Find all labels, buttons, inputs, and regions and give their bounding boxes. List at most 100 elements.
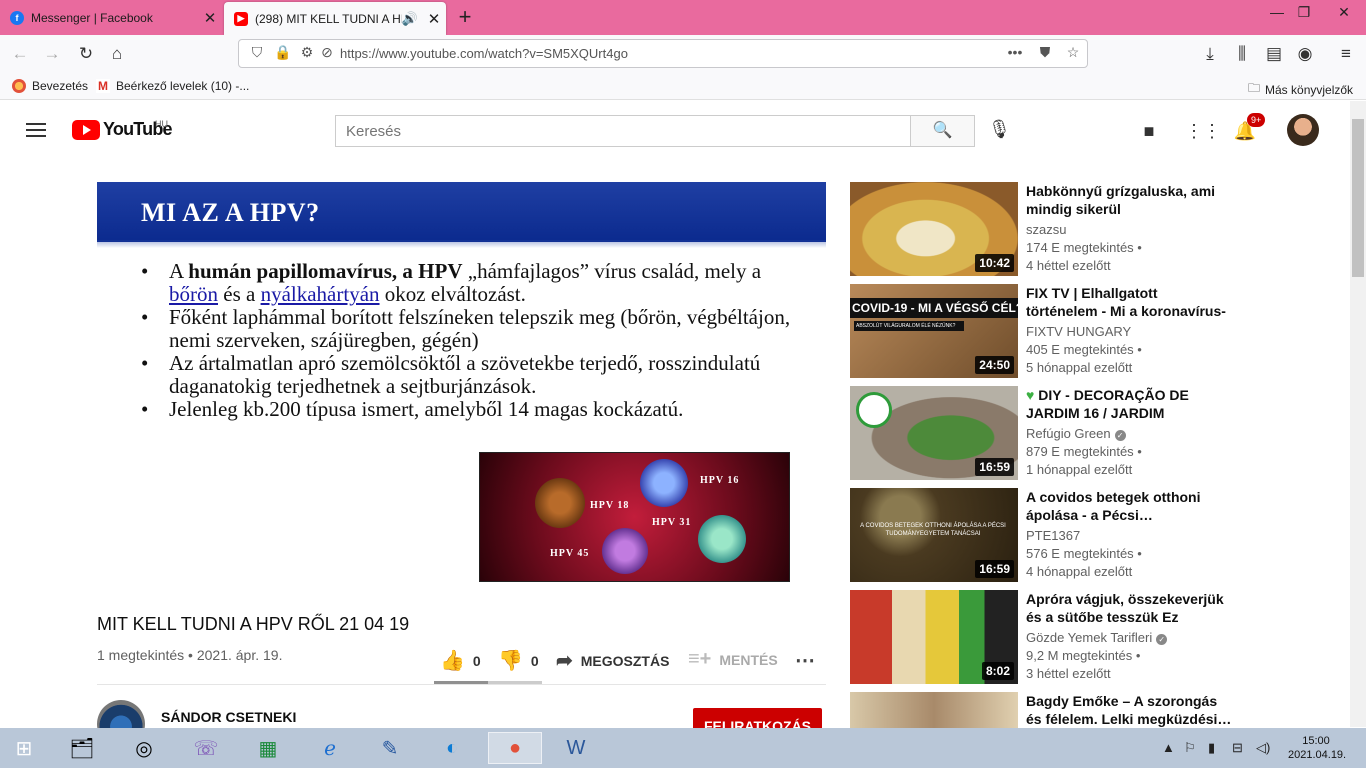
- recommendation-title[interactable]: A covidos betegek otthoni ápolása - a Pé…: [1026, 488, 1232, 524]
- folder-icon: 🗀: [1248, 81, 1261, 95]
- shield-icon[interactable]: ⛉: [247, 44, 267, 61]
- video-thumbnail[interactable]: A COVIDOS BETEGEK OTTHONI ÁPOLÁSA A PÉCS…: [850, 488, 1018, 582]
- store-icon[interactable]: ▦: [248, 732, 288, 764]
- search-button[interactable]: 🔍: [910, 115, 975, 147]
- word-icon[interactable]: W: [556, 732, 596, 764]
- firefox-taskbar-icon[interactable]: ●: [488, 732, 542, 764]
- edge-icon[interactable]: ◐: [432, 732, 472, 764]
- recommendation-title[interactable]: FIX TV | Elhallgatott történelem - Mi a …: [1026, 284, 1232, 320]
- channel-name[interactable]: SÁNDOR CSETNEKI: [161, 709, 296, 725]
- recommendation-channel[interactable]: Refúgio Green ✓: [1026, 426, 1126, 441]
- voice-search-icon[interactable]: 🎙: [988, 119, 1011, 143]
- recommendation-item[interactable]: 16:59 ♥ DIY - DECORAÇÃO DE JARDIM 16 / J…: [850, 386, 1240, 480]
- recommendation-item[interactable]: 8:02 Apróra vágjuk, összekeverjük és a s…: [850, 590, 1240, 684]
- guide-menu-icon[interactable]: [26, 123, 46, 137]
- recommendation-title[interactable]: Bagdy Emőke – A szorongás és félelem. Le…: [1026, 692, 1232, 728]
- other-bookmarks[interactable]: 🗀 Más könyvjelzők: [1248, 79, 1353, 100]
- back-icon[interactable]: ←: [8, 42, 32, 66]
- duration-badge: 16:59: [975, 458, 1014, 476]
- speaker-icon[interactable]: 🔊: [402, 11, 418, 27]
- viber-icon[interactable]: ☏: [186, 732, 226, 764]
- tab-messenger[interactable]: f Messenger | Facebook ✕: [0, 0, 222, 35]
- bookmark-item[interactable]: M Beérkező levelek (10) -...: [96, 79, 249, 93]
- video-thumbnail[interactable]: 8:02: [850, 590, 1018, 684]
- system-clock[interactable]: 15:00 2021.04.19.: [1288, 734, 1347, 762]
- save-button[interactable]: ≡+ MENTÉS: [688, 648, 778, 671]
- apps-icon[interactable]: ⋮⋮: [1185, 119, 1221, 143]
- search-input[interactable]: [336, 116, 911, 146]
- recommendation-item[interactable]: Bagdy Emőke – A szorongás és félelem. Le…: [850, 692, 1240, 728]
- close-window-button[interactable]: ✕: [1322, 4, 1366, 21]
- tab-youtube[interactable]: ▶ (298) MIT KELL TUDNI A HP 🔊 ✕: [224, 2, 446, 35]
- thumbnail-subcaption: ABSZOLÚT VILÁGURALOM ÉLÉ NÉZÜNK?: [854, 321, 964, 331]
- virus-label: HPV 16: [700, 475, 740, 486]
- network-icon[interactable]: ⊟: [1232, 740, 1243, 756]
- forward-icon[interactable]: →: [40, 42, 64, 66]
- close-tab-icon[interactable]: ✕: [422, 10, 446, 28]
- flag-icon[interactable]: ⚐: [1184, 740, 1196, 756]
- video-thumbnail[interactable]: [850, 692, 1018, 728]
- video-thumbnail[interactable]: 16:59: [850, 386, 1018, 480]
- tray-expand-icon[interactable]: ▲: [1162, 740, 1175, 755]
- bookmark-label: Bevezetés: [32, 79, 89, 93]
- recommendation-item[interactable]: COVID-19 - MI A VÉGSŐ CÉL? ABSZOLÚT VILÁ…: [850, 284, 1240, 378]
- battery-icon[interactable]: ▮: [1208, 740, 1215, 756]
- recommendation-item[interactable]: A COVIDOS BETEGEK OTTHONI ÁPOLÁSA A PÉCS…: [850, 488, 1240, 582]
- sidebar-icon[interactable]: ▤: [1262, 42, 1286, 66]
- like-button[interactable]: 👍 0: [440, 648, 481, 673]
- address-bar[interactable]: ⛉ 🔒 ⚙ ⊘ https://www.youtube.com/watch?v=…: [238, 39, 1088, 68]
- recommendation-title[interactable]: ♥ DIY - DECORAÇÃO DE JARDIM 16 / JARDIM …: [1026, 386, 1232, 422]
- bookmark-star-icon[interactable]: ☆: [1063, 44, 1083, 61]
- lock-icon[interactable]: 🔒: [273, 44, 293, 61]
- pocket-icon[interactable]: ⛊: [1035, 44, 1055, 61]
- recommendation-title[interactable]: Habkönnyű grízgaluska, ami mindig sikerü…: [1026, 182, 1232, 218]
- restore-button[interactable]: ❐: [1290, 4, 1318, 21]
- video-player[interactable]: MI AZ A HPV? A humán papillomavírus, a H…: [97, 182, 826, 591]
- virus-label: HPV 45: [550, 548, 590, 559]
- windows-start-icon[interactable]: ⊞: [4, 732, 44, 764]
- video-thumbnail[interactable]: COVID-19 - MI A VÉGSŐ CÉL? ABSZOLÚT VILÁ…: [850, 284, 1018, 378]
- recommendation-channel[interactable]: Gözde Yemek Tarifleri ✓: [1026, 630, 1168, 645]
- clock-date: 2021.04.19.: [1288, 749, 1347, 761]
- recommendation-item[interactable]: 10:42 Habkönnyű grízgaluska, ami mindig …: [850, 182, 1240, 276]
- library-icon[interactable]: ⫼: [1230, 42, 1254, 66]
- virus-particle: [698, 515, 746, 563]
- app-icon[interactable]: ✎: [370, 732, 410, 764]
- home-icon[interactable]: ⌂: [105, 42, 129, 66]
- reload-icon[interactable]: ↻: [74, 42, 98, 66]
- recommendation-channel[interactable]: szazsu: [1026, 222, 1066, 237]
- youtube-logo[interactable]: YouTube HU: [72, 119, 173, 140]
- scrollbar-thumb[interactable]: [1352, 119, 1364, 277]
- account-icon[interactable]: ◉: [1293, 42, 1317, 66]
- slide-bullet: Főként laphámmal borított felszíneken te…: [141, 306, 791, 352]
- youtube-header: YouTube HU 🔍 🎙 ■ ⋮⋮ 🔔 9+: [0, 101, 1350, 158]
- share-button[interactable]: ➦ MEGOSZTÁS: [556, 648, 669, 673]
- recommendation-age: 5 hónappal ezelőtt: [1026, 360, 1133, 375]
- thumbnail-caption: COVID-19 - MI A VÉGSŐ CÉL?: [850, 298, 1018, 318]
- internet-explorer-icon[interactable]: ℯ: [310, 732, 350, 764]
- autoplay-blocked-icon[interactable]: ⊘: [317, 44, 337, 61]
- user-avatar[interactable]: [1287, 114, 1319, 146]
- downloads-icon[interactable]: ⤓: [1198, 42, 1222, 66]
- permissions-icon[interactable]: ⚙: [297, 44, 317, 61]
- video-thumbnail[interactable]: 10:42: [850, 182, 1018, 276]
- slide-bullet: Az ártalmatlan apró szemölcsöktől a szöv…: [141, 352, 791, 398]
- page-actions-icon[interactable]: •••: [1005, 44, 1025, 60]
- more-actions-button[interactable]: ⋯: [795, 648, 823, 673]
- new-tab-button[interactable]: +: [452, 4, 478, 30]
- create-video-icon[interactable]: ■: [1137, 119, 1161, 143]
- search-box[interactable]: [335, 115, 911, 147]
- url-text[interactable]: https://www.youtube.com/watch?v=SM5XQUrt…: [340, 46, 628, 61]
- recommendation-channel[interactable]: PTE1367: [1026, 528, 1080, 543]
- volume-icon[interactable]: ◁): [1256, 740, 1270, 756]
- file-explorer-icon[interactable]: 🗂: [62, 732, 102, 764]
- recommendation-channel[interactable]: FIXTV HUNGARY: [1026, 324, 1131, 339]
- dislike-button[interactable]: 👎 0: [498, 648, 539, 673]
- recommendation-title[interactable]: Apróra vágjuk, összekeverjük és a sütőbe…: [1026, 590, 1232, 626]
- menu-icon[interactable]: ≡: [1334, 42, 1358, 66]
- chrome-icon[interactable]: ◎: [124, 732, 164, 764]
- bookmark-item[interactable]: Bevezetés: [12, 79, 88, 93]
- close-tab-icon[interactable]: ✕: [198, 9, 222, 27]
- page-scrollbar[interactable]: [1350, 101, 1366, 727]
- minimize-button[interactable]: —: [1263, 4, 1291, 20]
